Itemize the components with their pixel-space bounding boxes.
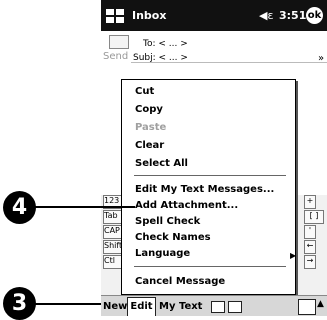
menu-item-select-all[interactable]: Select All bbox=[135, 158, 188, 169]
callout-3-line bbox=[34, 303, 101, 305]
menu-item-add-attachment[interactable]: Add Attachment... bbox=[135, 200, 238, 211]
menu-bar: New Edit My Text ▲ bbox=[101, 295, 327, 316]
key-tab[interactable]: Tab bbox=[103, 210, 122, 224]
keyboard-icon[interactable] bbox=[298, 299, 316, 315]
menu-item-paste[interactable]: Paste bbox=[135, 122, 166, 133]
callout-4: 4 bbox=[3, 191, 36, 224]
windows-flag-icon[interactable] bbox=[105, 6, 125, 26]
recorder-icon[interactable] bbox=[211, 301, 225, 313]
key-caps[interactable]: CAP bbox=[103, 225, 122, 239]
menu-item-edit-my-text[interactable]: Edit My Text Messages... bbox=[135, 184, 274, 195]
menu-item-cancel-message[interactable]: Cancel Message bbox=[135, 276, 225, 287]
menu-item-copy[interactable]: Copy bbox=[135, 104, 163, 115]
attachment-icon[interactable] bbox=[228, 301, 242, 313]
key-brackets[interactable]: [ ] bbox=[304, 210, 324, 224]
menu-item-clear[interactable]: Clear bbox=[135, 140, 164, 151]
menu-item-spell-check[interactable]: Spell Check bbox=[135, 216, 200, 227]
input-menu-arrow-icon[interactable]: ▲ bbox=[317, 299, 324, 309]
key-quote[interactable]: ' bbox=[304, 225, 316, 239]
key-enter[interactable]: ← bbox=[304, 240, 316, 254]
callout-4-line bbox=[34, 206, 135, 208]
speaker-icon[interactable]: ◀ε bbox=[259, 9, 273, 22]
edit-button[interactable]: Edit bbox=[127, 297, 156, 316]
envelope-icon bbox=[109, 35, 129, 49]
key-arrow[interactable]: → bbox=[304, 255, 316, 269]
to-field[interactable]: To: < ... > bbox=[143, 39, 188, 49]
edit-menu: Cut Copy Paste Clear Select All Edit My … bbox=[121, 79, 296, 295]
menu-item-language[interactable]: Language bbox=[135, 248, 190, 259]
my-text-button[interactable]: My Text bbox=[159, 301, 202, 312]
key-ctl[interactable]: Ctl bbox=[103, 255, 122, 269]
clock-time[interactable]: 3:51 bbox=[279, 9, 306, 22]
ok-button[interactable]: ok bbox=[306, 7, 323, 24]
menu-divider bbox=[134, 266, 286, 267]
pocket-pc-screen: Inbox ◀ε 3:51 ok Send To: < ... > Subj: … bbox=[101, 0, 327, 316]
menu-item-cut[interactable]: Cut bbox=[135, 86, 154, 97]
key-plus[interactable]: + bbox=[304, 195, 316, 209]
header-divider bbox=[131, 62, 327, 63]
menu-item-check-names[interactable]: Check Names bbox=[135, 232, 211, 243]
key-shift[interactable]: Shift bbox=[103, 240, 122, 254]
callout-3: 3 bbox=[3, 287, 36, 320]
new-button[interactable]: New bbox=[103, 301, 127, 312]
menu-divider bbox=[134, 175, 286, 176]
title-bar: Inbox ◀ε 3:51 ok bbox=[101, 0, 327, 31]
send-label: Send bbox=[103, 51, 129, 62]
page-title: Inbox bbox=[132, 9, 167, 22]
submenu-arrow-icon: ▶ bbox=[290, 251, 297, 260]
